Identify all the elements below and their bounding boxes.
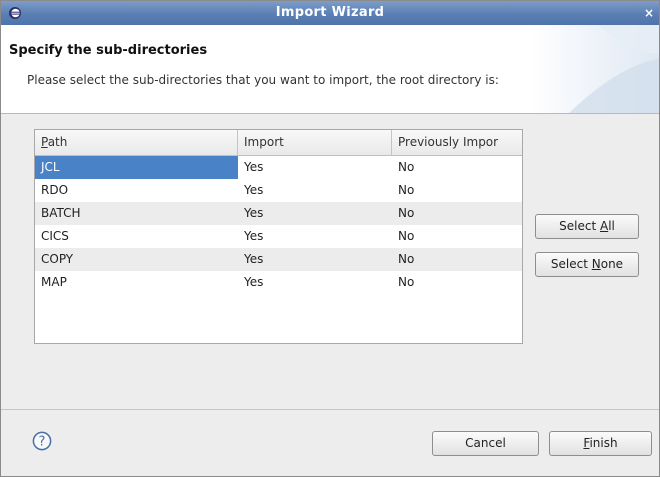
wizard-page-title: Specify the sub-directories (9, 43, 208, 58)
table-row[interactable]: JCL Yes No (35, 156, 522, 179)
table-row[interactable]: COPY Yes No (35, 248, 522, 271)
import-cell: Yes (244, 229, 264, 243)
table-row[interactable]: CICS Yes No (35, 225, 522, 248)
title-bar[interactable]: Import Wizard × (1, 1, 659, 25)
path-cell: MAP (41, 275, 67, 289)
header-separator (1, 113, 659, 114)
table-row[interactable]: RDO Yes No (35, 179, 522, 202)
select-all-button[interactable]: Select All (535, 214, 639, 239)
svg-text:?: ? (39, 435, 46, 450)
select-none-button[interactable]: Select None (535, 252, 639, 277)
path-cell: RDO (41, 183, 69, 197)
help-icon[interactable]: ? (32, 431, 52, 451)
table-row[interactable]: MAP Yes No (35, 271, 522, 294)
wizard-header: Specify the sub-directories Please selec… (1, 25, 659, 113)
import-cell: Yes (244, 252, 264, 266)
import-wizard-dialog: Import Wizard × Specify the sub-director… (0, 0, 660, 477)
path-cell: CICS (41, 229, 69, 243)
previously-imported-cell: No (398, 275, 415, 289)
wizard-page-description: Please select the sub-directories that y… (27, 73, 499, 87)
finish-button[interactable]: Finish (549, 431, 652, 456)
previously-imported-cell: No (398, 229, 415, 243)
subdirectory-table[interactable]: Path Import Previously Impor JCL Yes No … (34, 129, 523, 344)
close-icon[interactable]: × (642, 6, 656, 20)
import-cell: Yes (244, 183, 264, 197)
table-header: Path Import Previously Impor (35, 130, 522, 156)
path-cell: BATCH (41, 206, 81, 220)
path-cell: JCL (35, 156, 238, 179)
path-cell: COPY (41, 252, 74, 266)
previously-imported-cell: No (398, 252, 415, 266)
previously-imported-cell: No (398, 183, 415, 197)
window-title: Import Wizard (275, 5, 385, 20)
footer-separator (1, 409, 659, 410)
previously-imported-cell: No (398, 206, 415, 220)
column-header-import[interactable]: Import (238, 130, 392, 155)
column-header-path[interactable]: Path (35, 130, 238, 155)
import-cell: Yes (244, 206, 264, 220)
previously-imported-cell: No (398, 160, 415, 174)
column-header-previously-imported[interactable]: Previously Impor (392, 130, 522, 155)
banner-graphic (529, 25, 659, 113)
import-cell: Yes (244, 160, 264, 174)
table-row[interactable]: BATCH Yes No (35, 202, 522, 225)
cancel-button[interactable]: Cancel (432, 431, 539, 456)
import-cell: Yes (244, 275, 264, 289)
